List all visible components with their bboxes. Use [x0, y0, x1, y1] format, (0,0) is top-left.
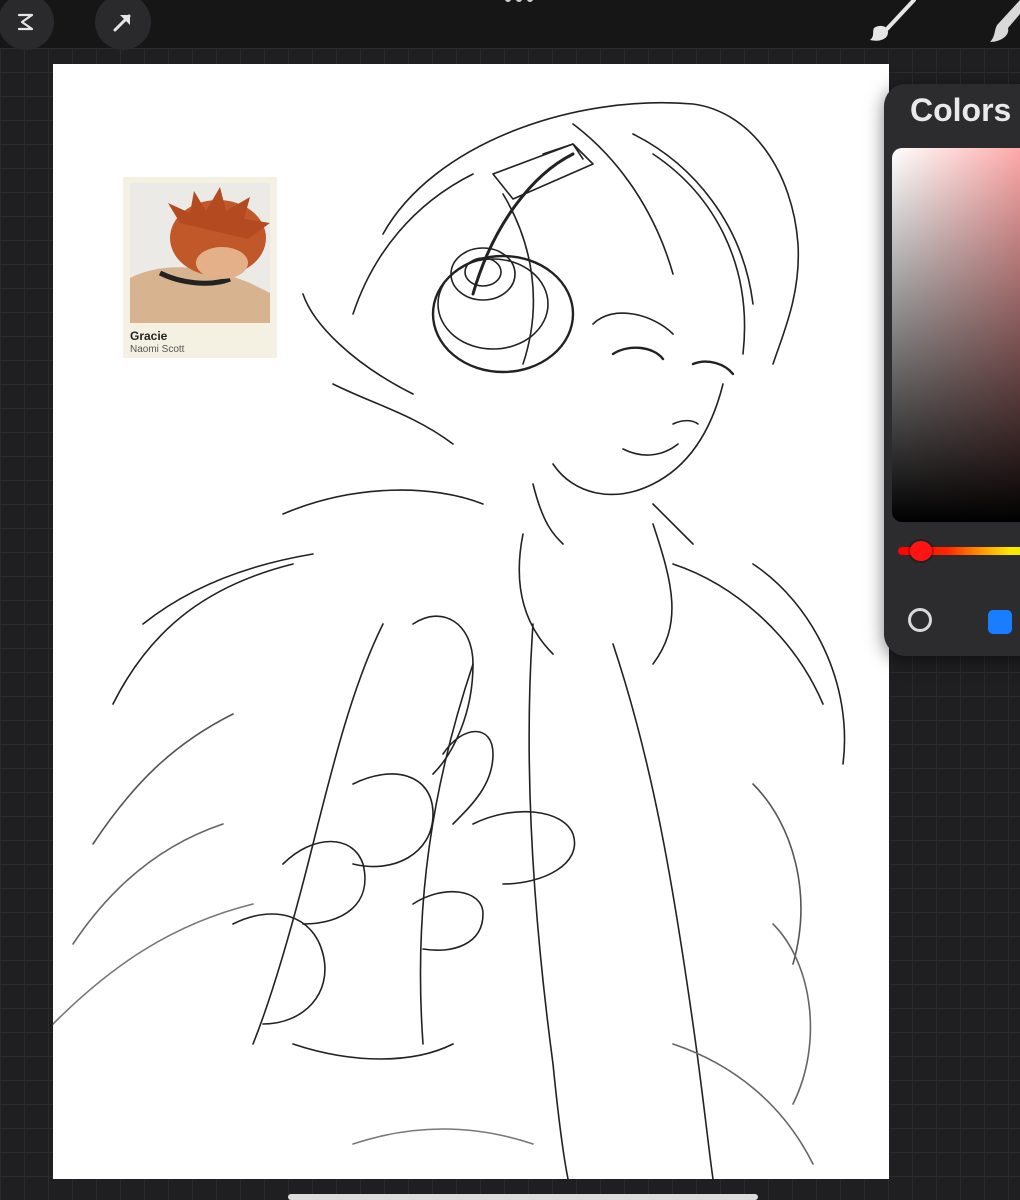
adjustments-button[interactable]: [0, 0, 54, 50]
top-toolbar: [0, 0, 1020, 50]
reference-name: Gracie: [130, 329, 168, 343]
more-dots-icon[interactable]: [505, 0, 533, 2]
colors-panel-title: Colors: [910, 92, 1012, 128]
colors-panel: Colors: [884, 84, 1020, 656]
classic-mode-icon[interactable]: [988, 610, 1012, 634]
drawing-canvas[interactable]: Gracie Naomi Scott: [53, 64, 889, 1179]
brush-icon[interactable]: [866, 0, 918, 44]
selection-arrow-icon: [113, 14, 131, 32]
smudge-icon[interactable]: [984, 0, 1020, 44]
saturation-brightness-picker[interactable]: [892, 148, 1020, 522]
selection-button[interactable]: [95, 0, 151, 50]
reference-card[interactable]: Gracie Naomi Scott: [123, 177, 277, 358]
hue-slider-handle[interactable]: [910, 541, 932, 561]
disc-mode-icon[interactable]: [908, 608, 932, 632]
reference-subtitle: Naomi Scott: [130, 344, 185, 355]
reference-photo-graphic: [130, 183, 270, 323]
home-indicator: [288, 1194, 758, 1200]
reference-photo: [130, 183, 270, 323]
modify-icon: [17, 13, 34, 31]
